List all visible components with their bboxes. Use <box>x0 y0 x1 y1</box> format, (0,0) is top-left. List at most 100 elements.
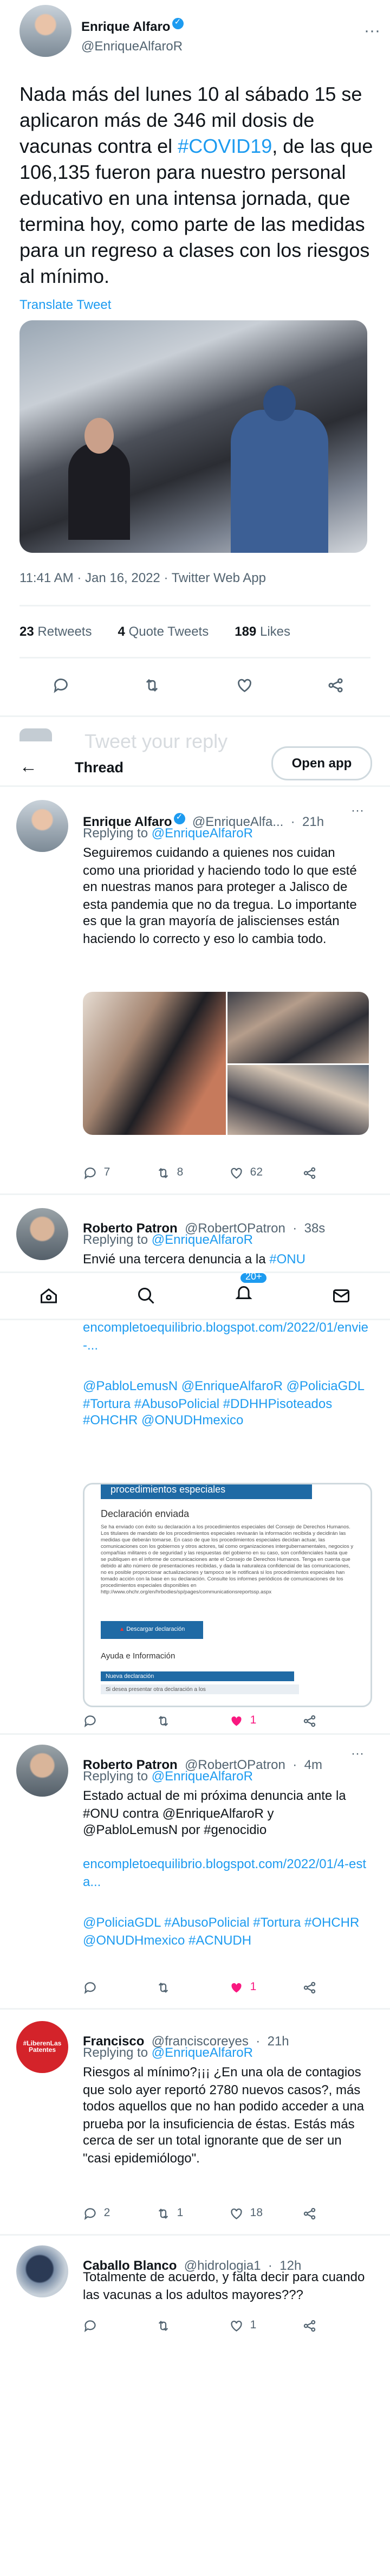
tweet-media-grid[interactable] <box>83 992 369 1135</box>
tweet-timestamp[interactable]: 11:41 AM · Jan 16, 2022 · Twitter Web Ap… <box>20 571 266 585</box>
reply-icon[interactable] <box>83 2319 98 2333</box>
share-icon[interactable] <box>327 676 344 694</box>
retweet-icon[interactable] <box>156 2319 171 2333</box>
thread-header: Tweet your reply ← Thread Open app <box>0 725 390 787</box>
reply-button[interactable]: 2 <box>83 2206 156 2221</box>
notifications-tab[interactable]: 20+ <box>234 1271 269 1310</box>
like-icon[interactable] <box>235 676 253 694</box>
bell-icon[interactable] <box>234 1283 253 1302</box>
reply-icon[interactable] <box>52 676 70 694</box>
retweet-icon[interactable] <box>144 676 161 694</box>
help-info-title: Ayuda e Información <box>101 1652 176 1662</box>
url-link[interactable]: encompletoequilibrio.blogspot.com/2022/0… <box>83 1320 369 1354</box>
retweet-button[interactable] <box>156 1714 229 1728</box>
avatar[interactable] <box>16 2245 68 2297</box>
tweet-stats: 23 Retweets 4 Quote Tweets 189 Likes <box>20 624 290 639</box>
reply-button[interactable] <box>83 2319 156 2333</box>
like-button[interactable]: 62 <box>229 1166 302 1180</box>
mentions-hashtags[interactable]: @PoliciaGDL #AbusoPolicial #Tortura #OHC… <box>83 1915 369 1949</box>
document-body-text: Se ha enviado con éxito su declaración a… <box>101 1523 354 1595</box>
share-button[interactable] <box>302 2319 317 2333</box>
avatar[interactable] <box>20 5 72 57</box>
verified-icon: ✓ <box>172 17 184 29</box>
share-button[interactable] <box>302 2206 317 2221</box>
retweet-button[interactable]: 8 <box>156 1166 229 1180</box>
tweet-text: Estado actual de mi próxima denuncia ant… <box>83 1789 346 1837</box>
likes-count[interactable]: 189 Likes <box>235 624 290 639</box>
retweet-button[interactable]: 1 <box>156 2206 229 2221</box>
share-icon[interactable] <box>302 2319 317 2333</box>
more-options-icon[interactable]: ··· <box>351 803 364 818</box>
open-app-button[interactable]: Open app <box>271 746 372 780</box>
retweets-count[interactable]: 23 Retweets <box>20 624 92 639</box>
retweet-icon[interactable] <box>156 1714 171 1728</box>
like-button[interactable]: 1 <box>229 1714 302 1728</box>
like-button[interactable]: 1 <box>229 1980 302 1995</box>
help-info-line: Si desea presentar otra declaración a lo… <box>101 1684 299 1694</box>
reply-placeholder[interactable]: Tweet your reply <box>84 730 227 753</box>
reply-icon[interactable] <box>83 1166 98 1180</box>
avatar[interactable] <box>16 1745 68 1797</box>
like-icon[interactable] <box>229 1166 244 1180</box>
tweet-text: Seguiremos cuidando a quienes nos cuidan… <box>83 845 357 946</box>
like-filled-icon[interactable] <box>229 1980 244 1995</box>
retweet-icon[interactable] <box>156 1980 171 1995</box>
reply-button[interactable] <box>83 1714 156 1728</box>
mentions-hashtags[interactable]: @PabloLemusN @EnriqueAlfaroR @PoliciaGDL… <box>83 1379 369 1430</box>
reply-icon[interactable] <box>83 2206 98 2221</box>
verified-icon: ✓ <box>173 813 185 825</box>
notification-count-badge: 20+ <box>239 1271 269 1284</box>
more-options-icon[interactable]: ··· <box>351 1746 364 1761</box>
avatar[interactable] <box>16 1208 68 1260</box>
reply-button[interactable]: 7 <box>83 1166 156 1180</box>
author-handle[interactable]: @EnriqueAlfaroR <box>81 38 364 53</box>
tweet-photo[interactable] <box>20 320 367 553</box>
reply-tweet-2-continued: encompletoequilibrio.blogspot.com/2022/0… <box>83 1320 372 1728</box>
new-declaration-bar[interactable]: Nueva declaración <box>101 1671 294 1681</box>
like-icon[interactable] <box>229 2206 244 2221</box>
share-icon[interactable] <box>302 1980 317 1995</box>
tweet-photo[interactable] <box>227 1065 369 1135</box>
like-button[interactable]: 18 <box>229 2206 302 2221</box>
tweet-photo[interactable] <box>83 992 226 1135</box>
tweet-text: Riesgos al mínimo?¡¡¡ ¿En una ola de con… <box>83 2065 365 2165</box>
translate-tweet-link[interactable]: Translate Tweet <box>20 298 111 312</box>
share-button[interactable] <box>302 1166 317 1180</box>
retweet-button[interactable] <box>156 2319 229 2333</box>
download-declaration-button[interactable]: ▲ Descargar declaración <box>101 1621 203 1639</box>
like-filled-icon[interactable] <box>229 1714 244 1728</box>
document-header-bar: procedimientos especiales <box>101 1484 312 1499</box>
more-options-icon[interactable]: ··· <box>364 22 380 40</box>
share-icon[interactable] <box>302 1714 317 1728</box>
quote-tweets-count[interactable]: 4 Quote Tweets <box>118 624 209 639</box>
document-preview-card[interactable]: procedimientos especiales Declaración en… <box>83 1483 372 1707</box>
share-button[interactable] <box>302 1980 317 1995</box>
back-icon[interactable]: ← <box>20 758 37 777</box>
retweet-icon[interactable] <box>156 1166 171 1180</box>
avatar[interactable] <box>16 800 68 852</box>
share-icon[interactable] <box>302 2206 317 2221</box>
like-icon[interactable] <box>229 2319 244 2333</box>
reply-button[interactable] <box>83 1980 156 1995</box>
home-icon[interactable] <box>39 1286 58 1306</box>
tweet-text: Totalmente de acuerdo, y falta decir par… <box>83 2270 365 2302</box>
avatar[interactable]: #LiberenLas Patentes <box>16 2021 68 2073</box>
url-link[interactable]: encompletoequilibrio.blogspot.com/2022/0… <box>83 1857 369 1891</box>
search-icon[interactable] <box>136 1286 156 1306</box>
reply-icon[interactable] <box>83 1714 98 1728</box>
tweet-text: Nada más del lunes 10 al sábado 15 se ap… <box>20 83 373 288</box>
share-icon[interactable] <box>302 1166 317 1180</box>
tweet-avatar-peek <box>20 728 52 741</box>
reply-icon[interactable] <box>83 1980 98 1995</box>
retweet-icon[interactable] <box>156 2206 171 2221</box>
bottom-navigation-bar: 20+ <box>0 1271 390 1320</box>
tweet-text: Envié una tercera denuncia a la #ONU <box>83 1252 306 1267</box>
hashtag-link[interactable]: #COVID19 <box>178 135 272 158</box>
like-button[interactable]: 1 <box>229 2319 302 2333</box>
mail-icon[interactable] <box>332 1286 351 1306</box>
author-name[interactable]: Enrique Alfaro <box>81 19 170 34</box>
retweet-button[interactable] <box>156 1980 229 1995</box>
tweet-photo[interactable] <box>227 992 369 1063</box>
document-title: Declaración enviada <box>101 1510 190 1520</box>
share-button[interactable] <box>302 1714 317 1728</box>
